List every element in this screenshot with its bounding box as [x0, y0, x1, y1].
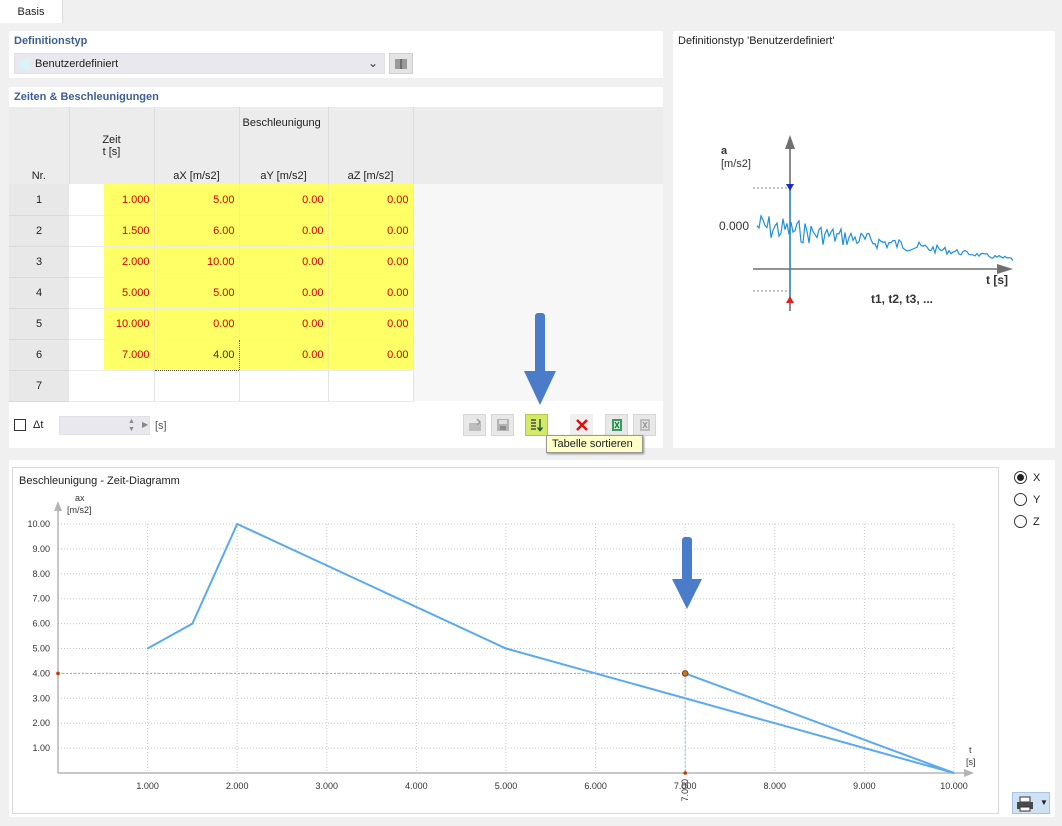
marker-x-dot: [683, 771, 687, 775]
marker-x-label: 7.000: [680, 779, 690, 802]
y-tick-label: 8.00: [32, 569, 50, 579]
marker-y-dot: [56, 671, 60, 676]
y-tick-label: 1.00: [32, 743, 50, 753]
x-tick-label: 10.000: [940, 781, 968, 791]
x-tick-label: 9.000: [853, 781, 876, 791]
chart-x-unit: [s]: [966, 757, 976, 767]
acceleration-time-chart: 1.000 2.000 3.000 4.000 5.000 6.000 7.000 8.000…: [27, 493, 976, 802]
x-tick-label: 4.000: [405, 781, 428, 791]
x-tick-label: 2.000: [226, 781, 249, 791]
down-arrow-annotation-icon: [672, 537, 702, 609]
x-tick-label: 8.000: [764, 781, 787, 791]
data-point: [191, 622, 194, 625]
x-tick-label: 6.000: [584, 781, 607, 791]
x-axis-arrow-icon: [964, 769, 974, 777]
x-tick-label: 3.000: [316, 781, 339, 791]
y-tick-label: 7.00: [32, 594, 50, 604]
x-tick-label: 5.000: [495, 781, 518, 791]
chevron-down-icon: ▼: [1040, 798, 1048, 807]
direction-radio-z[interactable]: [1014, 515, 1027, 528]
direction-label-x: X: [1033, 472, 1041, 484]
y-tick-label: 4.00: [32, 668, 50, 678]
data-point: [953, 772, 955, 774]
data-point: [505, 647, 507, 650]
chart-x-label: t: [969, 745, 972, 755]
data-point: [236, 523, 238, 525]
direction-radio-y[interactable]: [1014, 493, 1027, 506]
print-button[interactable]: ▼: [1012, 792, 1050, 814]
y-tick-label: 10.00: [27, 519, 50, 529]
highlight-point: [681, 670, 689, 677]
y-tick-label: 5.00: [32, 644, 50, 654]
printer-icon: [1017, 796, 1033, 812]
direction-label-y: Y: [1033, 494, 1041, 506]
chart-y-unit: [m/s2]: [67, 505, 92, 515]
y-tick-label: 6.00: [32, 619, 50, 629]
y-tick-label: 3.00: [32, 693, 50, 703]
y-tick-label: 2.00: [32, 718, 50, 728]
y-axis-arrow-icon: [54, 501, 62, 511]
direction-radio-x[interactable]: [1014, 471, 1027, 484]
chart-y-label: ax: [75, 493, 85, 503]
y-tick-label: 9.00: [32, 544, 50, 554]
data-point: [146, 647, 149, 650]
x-tick-label: 1.000: [136, 781, 159, 791]
direction-label-z: Z: [1033, 516, 1040, 528]
